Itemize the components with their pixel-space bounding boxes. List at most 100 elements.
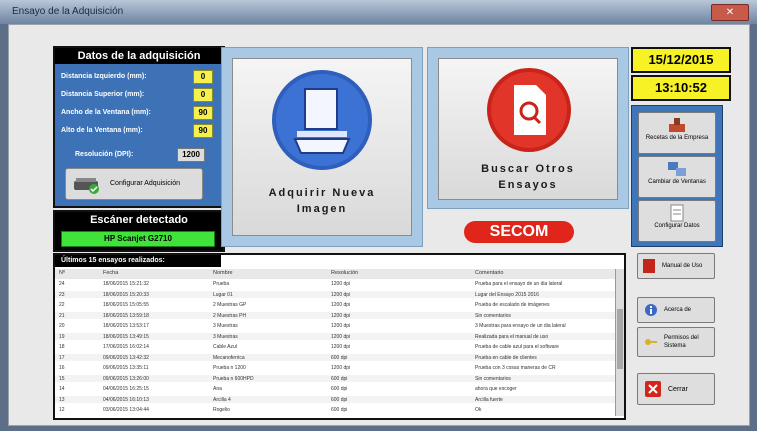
scanner-icon (272, 70, 372, 170)
window-titlebar: Ensayo de la Adquisición ✕ (0, 0, 757, 24)
table-row[interactable]: 22 18/06/2015 15:05:55 2 Muestras GP 1200 d… (55, 301, 615, 309)
resolution-row: Resolución (DPI): 1200 (61, 148, 221, 162)
close-app-button[interactable]: Cerrar (637, 373, 715, 405)
change-windows-button[interactable]: Cambiar de Ventanas (638, 156, 716, 198)
table-row[interactable]: 17 09/06/2015 13:42:32 Mecanoferrica 600 dp… (55, 353, 615, 362)
table-row[interactable]: 16 09/06/2015 13:35:11 Prueba n 1200 1200 d… (55, 364, 615, 372)
key-icon (645, 339, 657, 345)
company-recipes-label: Recetas de la Empresa (645, 135, 709, 141)
table-row[interactable]: 24 18/06/2015 15:21:32 Prueba 1200 dpi Prueb… (55, 280, 615, 288)
window-close-button[interactable]: ✕ (711, 4, 749, 21)
table-cell: 1200 dpi (331, 365, 351, 371)
table-cell: Lugar 01 (213, 291, 233, 298)
table-row[interactable]: 13 04/06/2015 16:10:13 Arcilla 4 600 dpi Arc… (55, 395, 615, 404)
system-permissions-button[interactable]: Permisos del Sistema (637, 327, 715, 357)
recent-tests-table: Últimos 15 ensayos realizados: Nº Fecha … (53, 253, 626, 420)
table-cell: 1200 dpi (331, 302, 351, 308)
configure-acquisition-button[interactable]: Configurar Adquisición (65, 168, 203, 200)
window-title: Ensayo de la Adquisición (12, 6, 124, 17)
table-header: Nº Fecha Nombre Resolución Comentario (55, 269, 624, 279)
table-row[interactable]: 12 03/06/2015 13:04:44 Rogelio 600 dpi Ok (55, 406, 615, 414)
table-cell: 1200 dpi (331, 333, 351, 340)
table-scrollbar[interactable] (615, 269, 624, 416)
field-label: Distancia Superior (mm): (61, 91, 145, 98)
search-tests-button[interactable]: Buscar Otros Ensayos (438, 58, 618, 200)
stamp-icon (669, 118, 685, 132)
company-recipes-button[interactable]: Recetas de la Empresa (638, 112, 716, 154)
table-row[interactable]: 23 18/06/2015 15:20:33 Lugar 01 1200 dpi Lug… (55, 290, 615, 299)
table-row[interactable]: 18 17/06/2015 16:02:14 Cable Azul 1200 dpi P… (55, 343, 615, 351)
field-label: Ancho de la Ventana (mm): (61, 109, 151, 116)
search-label-line2: Ensayos (498, 179, 558, 191)
configure-data-button[interactable]: Configurar Datos (638, 200, 716, 242)
acquire-image-button[interactable]: Adquirir Nueva Imagen (232, 58, 412, 236)
column-header[interactable]: Comentario (475, 270, 503, 276)
field-window-width: Ancho de la Ventana (mm): 90 (61, 106, 221, 120)
table-cell: Ana (213, 386, 222, 392)
scanner-title: Escáner detectado (90, 214, 188, 226)
about-button[interactable]: Acerca de (637, 297, 715, 323)
table-cell: 17 (59, 354, 65, 361)
column-header[interactable]: Fecha (103, 270, 118, 276)
table-cell: 18/06/2015 15:21:32 (103, 281, 149, 287)
table-cell: 09/06/2015 13:26:00 (103, 375, 149, 382)
field-label: Alto de la Ventana (mm): (61, 127, 143, 134)
date-display: 15/12/2015 (631, 47, 731, 73)
info-icon (645, 304, 657, 316)
table-cell: 3 Muestras para ensayo de un dia lateral (475, 323, 566, 329)
field-value[interactable]: 0 (193, 70, 213, 84)
table-row[interactable]: 21 18/06/2015 13:59:18 2 Muestras PH 1200 d… (55, 311, 615, 320)
column-header[interactable]: Resolución (331, 270, 358, 276)
field-window-height: Alto de la Ventana (mm): 90 (61, 124, 221, 138)
table-cell: 13 (59, 396, 65, 403)
time-display: 13:10:52 (631, 75, 731, 101)
table-cell: Lugar del Ensayo 2015 2016 (475, 291, 539, 298)
table-cell: 18/06/2015 13:49:15 (103, 333, 149, 340)
field-distance-left: Distancia Izquierdo (mm): 0 (61, 70, 221, 84)
resolution-value[interactable]: 1200 (177, 148, 205, 162)
table-row[interactable]: 19 18/06/2015 13:49:15 3 Muestras 1200 dpi R… (55, 332, 615, 341)
document-settings-icon (670, 204, 684, 222)
field-value[interactable]: 0 (193, 88, 213, 102)
close-label: Cerrar (668, 386, 688, 393)
search-wrap: Buscar Otros Ensayos (427, 47, 629, 209)
table-cell: 18/06/2015 13:53:17 (103, 323, 149, 329)
acquire-wrap: Adquirir Nueva Imagen (221, 47, 423, 247)
table-row[interactable]: 20 18/06/2015 13:53:17 3 Muestras 1200 dpi 3… (55, 322, 615, 330)
table-cell: 09/06/2015 13:35:11 (103, 365, 149, 371)
column-header[interactable]: Nombre (213, 270, 233, 276)
table-cell: 12 (59, 407, 65, 413)
table-cell: 3 Muestras (213, 333, 238, 340)
table-cell: 1200 dpi (331, 323, 351, 329)
table-cell: 23 (59, 291, 65, 298)
scanner-panel: Escáner detectado HP Scanjet G2710 (53, 210, 225, 252)
user-manual-label: Manual de Uso (662, 263, 703, 269)
table-title: Últimos 15 ensayos realizados: (55, 255, 221, 267)
acquisition-title: Datos de la adquisición (55, 48, 223, 64)
main-window: Datos de la adquisición Distancia Izquie… (8, 24, 750, 426)
table-cell: Sin comentarios (475, 375, 511, 382)
table-cell: 600 dpi (331, 396, 348, 403)
system-permissions-label: Permisos del Sistema (664, 335, 699, 349)
table-row[interactable]: 15 09/06/2015 13:26:00 Prueba n 600HPD 600 … (55, 374, 615, 383)
field-value[interactable]: 90 (193, 106, 213, 120)
table-cell: 18/06/2015 15:20:33 (103, 291, 149, 298)
scanner-value: HP Scanjet G2710 (61, 231, 215, 247)
table-cell: 18/06/2015 15:05:55 (103, 302, 149, 308)
scrollbar-thumb[interactable] (617, 309, 623, 369)
field-value[interactable]: 90 (193, 124, 213, 138)
table-cell: Prueba en cable de clientes (475, 354, 537, 361)
table-cell: 1200 dpi (331, 281, 351, 287)
table-cell: Prueba de escalado de imágenes (475, 302, 550, 308)
user-manual-button[interactable]: Manual de Uso (637, 253, 715, 279)
table-cell: ahora que escoger (475, 386, 517, 392)
field-label: Distancia Izquierdo (mm): (61, 73, 147, 80)
about-label: Acerca de (664, 307, 692, 313)
column-header[interactable]: Nº (59, 270, 65, 276)
table-cell: Ok (475, 407, 482, 413)
change-windows-label: Cambiar de Ventanas (648, 179, 706, 185)
table-cell: Prueba para el ensayo de un dia lateral (475, 281, 563, 287)
table-cell: 2 Muestras GP (213, 302, 247, 308)
table-row[interactable]: 14 04/06/2015 16:25:15 Ana 600 dpi ahora que… (55, 385, 615, 393)
right-toolbar: Recetas de la Empresa Cambiar de Ventana… (631, 105, 723, 247)
